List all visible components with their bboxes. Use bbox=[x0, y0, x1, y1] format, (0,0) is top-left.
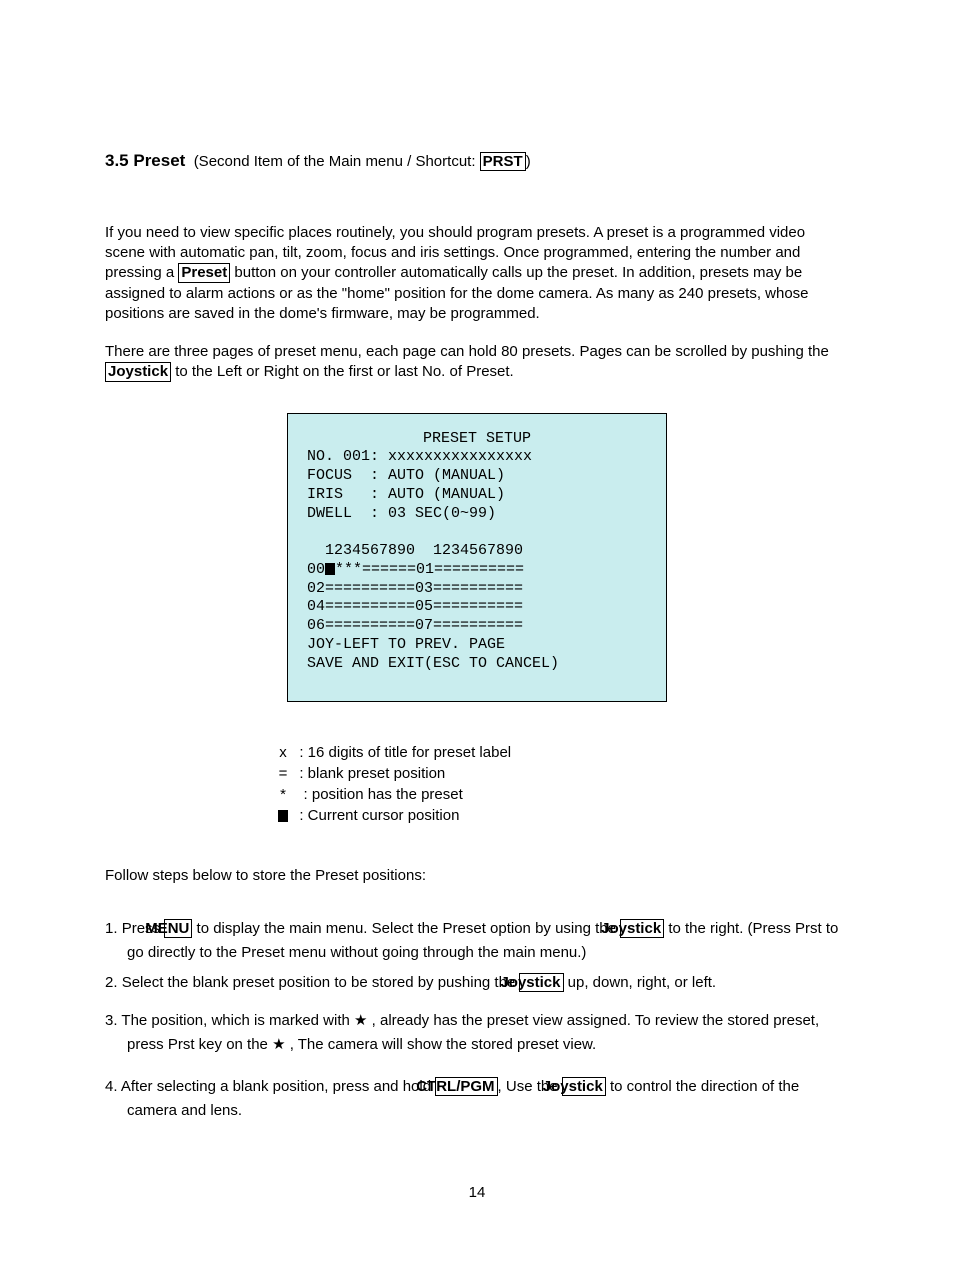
osd-screen: PRESET SETUP NO. 001: xxxxxxxxxxxxxxxx F… bbox=[287, 413, 667, 703]
section-subtitle: (Second Item of the Main menu / Shortcut… bbox=[194, 153, 531, 170]
follow-steps-intro: Follow steps below to store the Preset p… bbox=[105, 866, 849, 886]
osd-line: JOY-LEFT TO PREV. PAGE bbox=[298, 636, 505, 653]
text: , The camera will show the stored preset… bbox=[286, 1036, 597, 1053]
legend-row-x: x : 16 digits of title for preset label bbox=[275, 742, 849, 763]
osd-line-7b: ***======01========== bbox=[335, 561, 524, 578]
step-3: The position, which is marked with ★ , a… bbox=[105, 1009, 849, 1057]
legend-symbol: * bbox=[275, 784, 291, 805]
cursor-block-icon bbox=[278, 810, 288, 822]
legend-row-block: : Current cursor position bbox=[275, 805, 849, 826]
step-4: After selecting a blank position, press … bbox=[105, 1075, 849, 1123]
legend-row-star: * : position has the preset bbox=[275, 784, 849, 805]
osd-line: 06==========07========== bbox=[298, 617, 523, 634]
page-number: 14 bbox=[105, 1183, 849, 1203]
osd-title: PRESET SETUP bbox=[298, 430, 656, 449]
subtitle-post: ) bbox=[526, 153, 531, 170]
preset-key: Preset bbox=[178, 263, 230, 282]
osd-line: FOCUS : AUTO (MANUAL) bbox=[298, 467, 505, 484]
menu-key: MENU bbox=[164, 919, 192, 938]
text: The position, which is marked with bbox=[121, 1012, 354, 1029]
legend-text: : Current cursor position bbox=[299, 807, 459, 824]
joystick-key: Joystick bbox=[519, 973, 563, 992]
text: Select the blank preset position to be s… bbox=[122, 974, 520, 991]
step-2: Select the blank preset position to be s… bbox=[105, 971, 849, 995]
legend-symbol: x bbox=[275, 742, 291, 763]
star-icon: ★ bbox=[354, 1012, 367, 1029]
legend-text: : 16 digits of title for preset label bbox=[299, 744, 511, 761]
ctrl-pgm-key: CTRL/PGM bbox=[435, 1077, 497, 1096]
star-icon: ★ bbox=[272, 1036, 285, 1053]
text: After selecting a blank position, press … bbox=[121, 1078, 435, 1095]
osd-line: 04==========05========== bbox=[298, 598, 523, 615]
osd-line: IRIS : AUTO (MANUAL) bbox=[298, 486, 505, 503]
text: up, down, right, or left. bbox=[564, 974, 717, 991]
osd-line-7a: 00 bbox=[298, 561, 325, 578]
legend-text: : blank preset position bbox=[299, 765, 445, 782]
legend-text: : position has the preset bbox=[304, 786, 463, 803]
osd-line: NO. 001: xxxxxxxxxxxxxxxx bbox=[298, 448, 532, 465]
section-heading: 3.5 Preset (Second Item of the Main menu… bbox=[105, 150, 849, 173]
legend-symbol: = bbox=[275, 763, 291, 784]
text: There are three pages of preset menu, ea… bbox=[105, 343, 829, 360]
osd-line: DWELL : 03 SEC(0~99) bbox=[298, 505, 496, 522]
step-1: Press MENU to display the main menu. Sel… bbox=[105, 917, 849, 965]
subtitle-pre: (Second Item of the Main menu / Shortcut… bbox=[194, 153, 480, 170]
legend-symbol bbox=[275, 805, 291, 826]
text: to display the main menu. Select the Pre… bbox=[192, 920, 620, 937]
joystick-key: Joystick bbox=[105, 362, 171, 381]
shortcut-key-prst: PRST bbox=[480, 152, 526, 171]
joystick-key: Joystick bbox=[620, 919, 664, 938]
steps-list: Press MENU to display the main menu. Sel… bbox=[105, 917, 849, 1123]
text: to the Left or Right on the first or las… bbox=[171, 363, 514, 380]
section-title: 3.5 Preset bbox=[105, 151, 185, 170]
intro-paragraph-1: If you need to view specific places rout… bbox=[105, 223, 849, 324]
osd-line: 1234567890 1234567890 bbox=[298, 542, 523, 559]
intro-paragraph-2: There are three pages of preset menu, ea… bbox=[105, 342, 849, 383]
legend: x : 16 digits of title for preset label … bbox=[275, 742, 849, 826]
osd-line: 02==========03========== bbox=[298, 580, 523, 597]
page-content: 3.5 Preset (Second Item of the Main menu… bbox=[0, 0, 954, 1263]
cursor-block-icon bbox=[325, 563, 335, 575]
osd-line: SAVE AND EXIT(ESC TO CANCEL) bbox=[298, 655, 559, 672]
legend-row-eq: = : blank preset position bbox=[275, 763, 849, 784]
joystick-key: Joystick bbox=[562, 1077, 606, 1096]
